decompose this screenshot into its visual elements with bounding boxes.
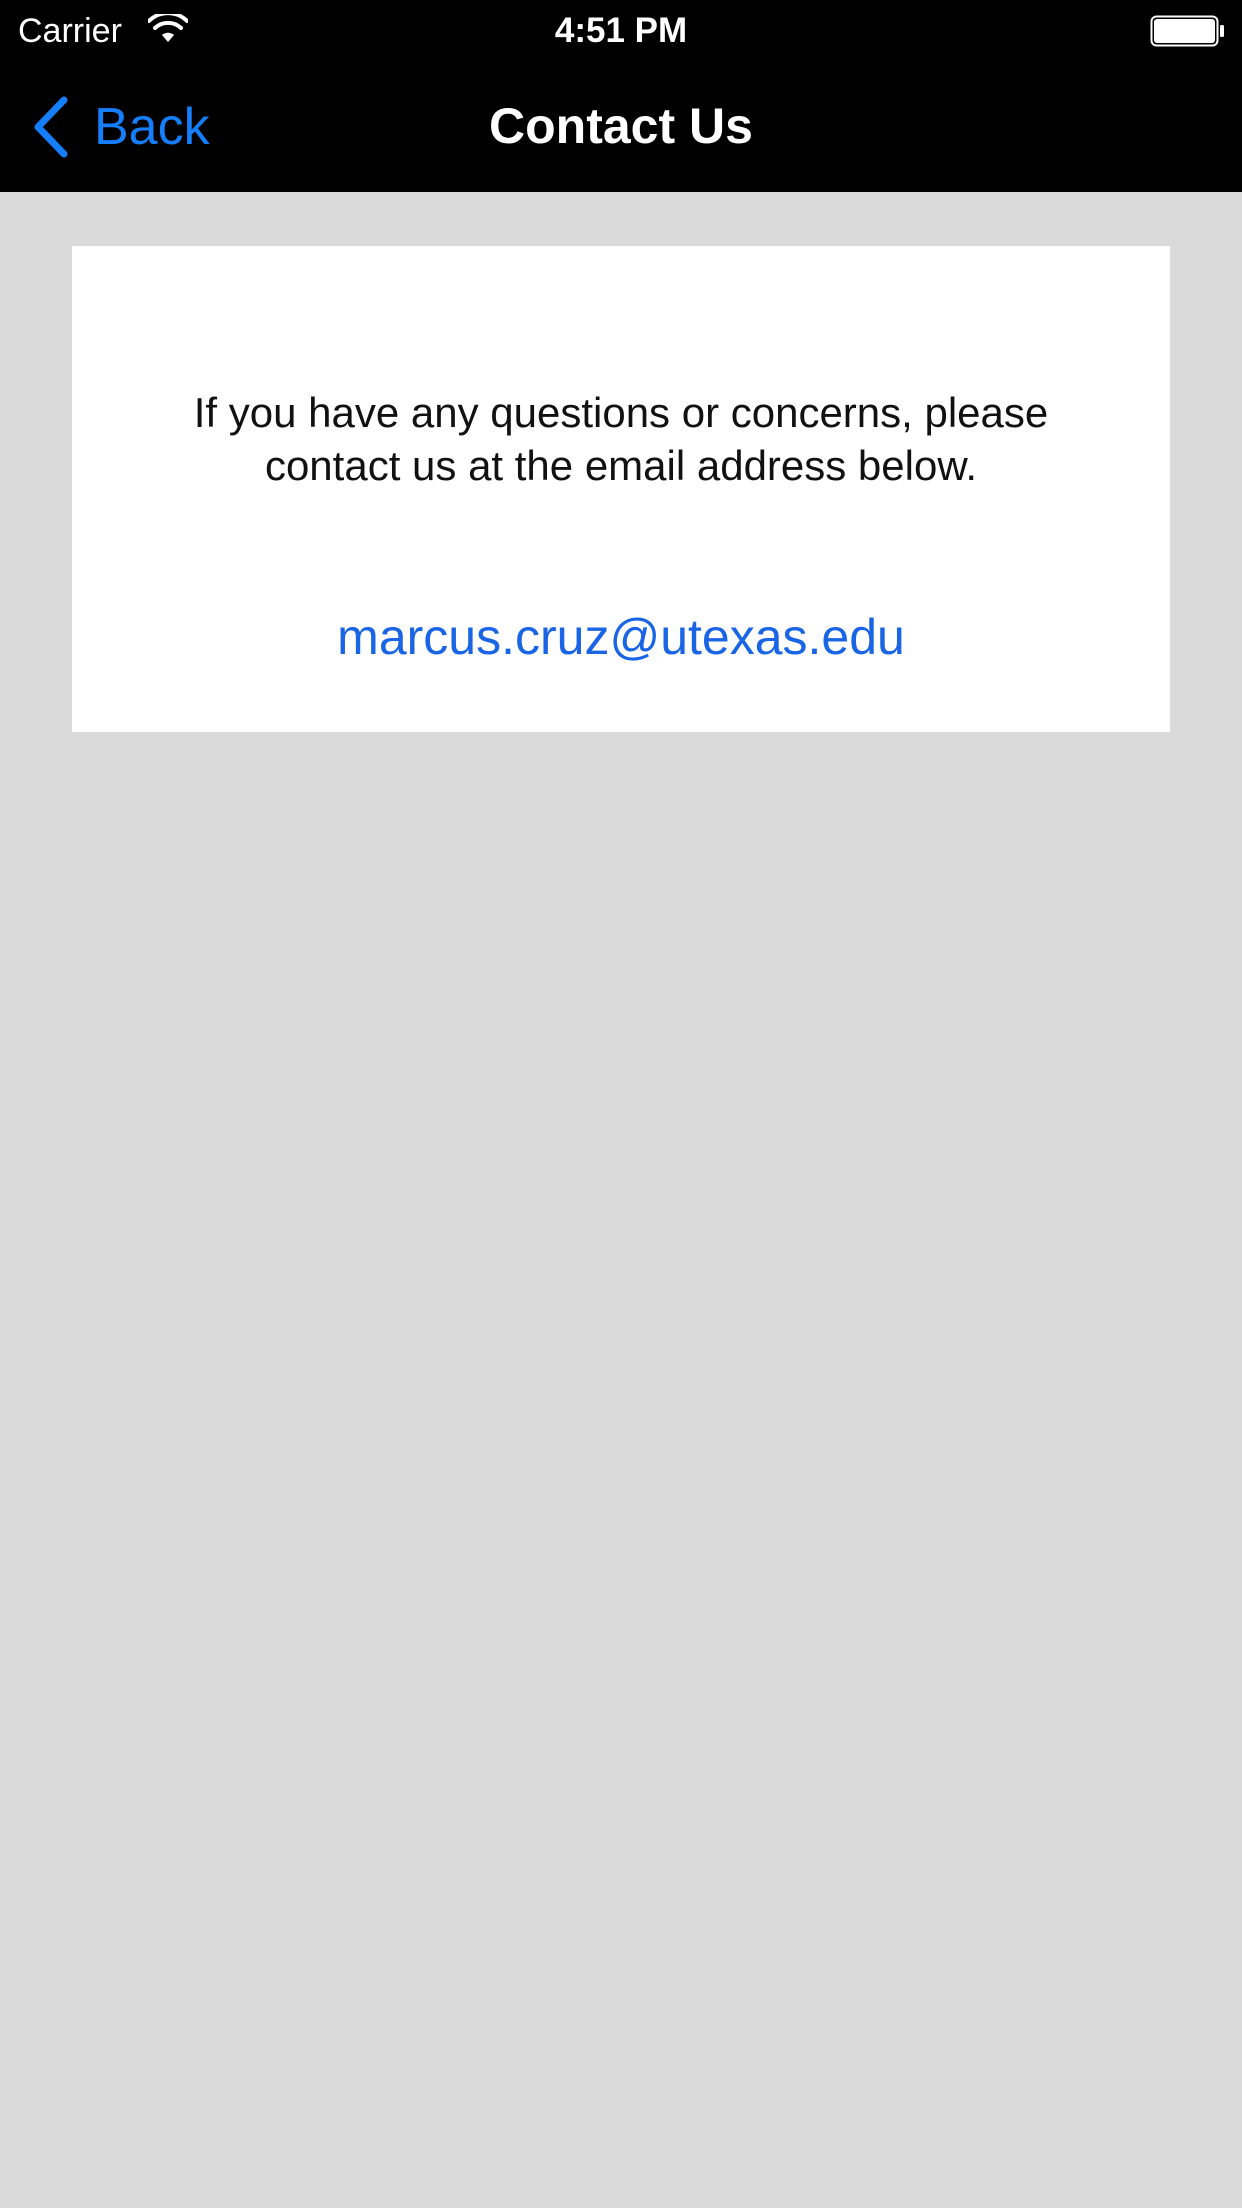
contact-card: If you have any questions or concerns, p… bbox=[72, 246, 1170, 732]
page-title: Contact Us bbox=[489, 98, 753, 154]
status-time: 4:51 PM bbox=[554, 11, 688, 50]
contact-message: If you have any questions or concerns, p… bbox=[193, 389, 1049, 489]
email-link[interactable]: marcus.cruz@utexas.edu bbox=[72, 606, 1170, 668]
contact-us-screen: Carrier 4:51 PM Back Contact Us If you h… bbox=[0, 0, 1242, 2208]
battery-icon bbox=[1150, 15, 1224, 47]
navigation-bar: Back Contact Us bbox=[0, 62, 1242, 192]
status-bar: Carrier 4:51 PM bbox=[0, 0, 1242, 62]
